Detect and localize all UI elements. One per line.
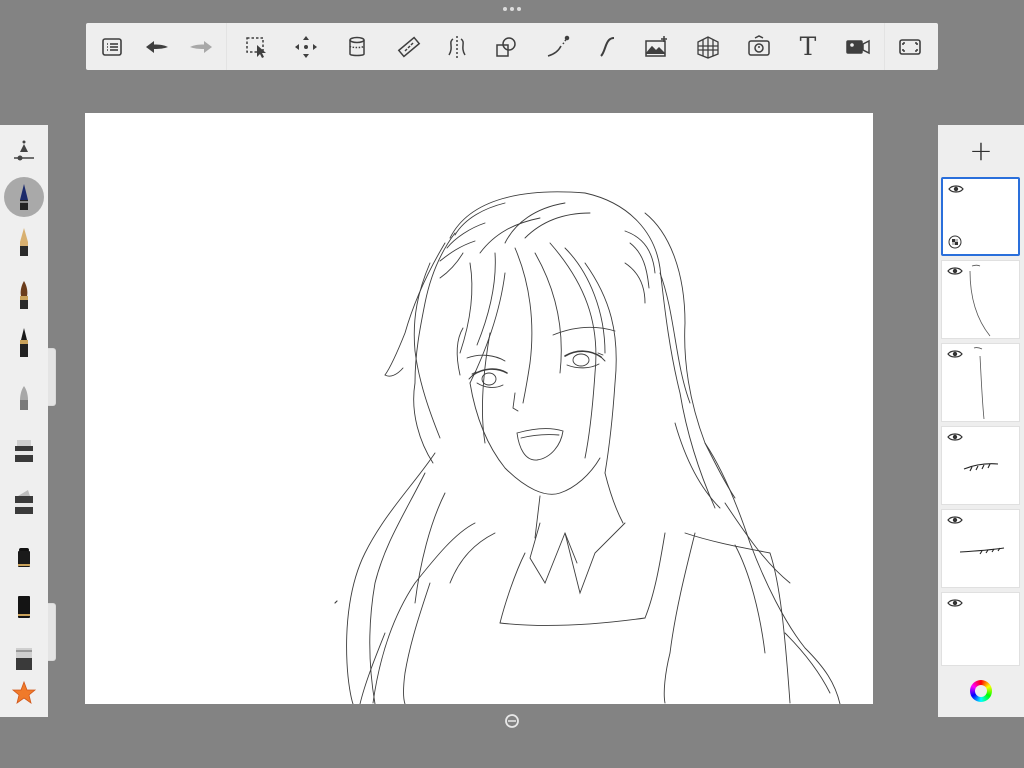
visibility-eye-icon[interactable] bbox=[947, 349, 963, 359]
brush-smudge-icon[interactable] bbox=[4, 637, 44, 677]
selection-icon[interactable] bbox=[237, 23, 277, 70]
video-record-icon[interactable] bbox=[838, 23, 878, 70]
stroke-stabilizer-icon[interactable] bbox=[538, 23, 578, 70]
visibility-eye-icon[interactable] bbox=[947, 266, 963, 276]
brush-opacity-slider-handle[interactable] bbox=[48, 603, 56, 661]
blend-mode-icon[interactable] bbox=[948, 235, 962, 249]
add-image-icon[interactable] bbox=[636, 23, 676, 70]
brush-properties-icon[interactable] bbox=[4, 131, 44, 171]
toolbar-drag-handle[interactable] bbox=[500, 4, 524, 14]
transform-move-icon[interactable] bbox=[286, 23, 326, 70]
color-picker-icon[interactable] bbox=[970, 680, 992, 702]
add-layer-button[interactable]: + bbox=[938, 125, 1024, 175]
layer-4[interactable] bbox=[941, 426, 1020, 505]
brush-pencil-icon[interactable] bbox=[4, 177, 44, 217]
layer-5[interactable] bbox=[941, 509, 1020, 588]
undo-icon[interactable] bbox=[137, 23, 177, 70]
layers-panel: + bbox=[938, 125, 1024, 717]
drawing-canvas[interactable] bbox=[85, 113, 873, 704]
ruler-icon[interactable] bbox=[389, 23, 429, 70]
time-lapse-icon[interactable] bbox=[739, 23, 779, 70]
brush-marker-icon[interactable] bbox=[4, 429, 44, 469]
fullscreen-icon[interactable] bbox=[890, 23, 930, 70]
brush-library-panel bbox=[0, 125, 48, 717]
layer-1[interactable] bbox=[941, 177, 1020, 256]
brush-felt-tip-icon[interactable] bbox=[4, 535, 44, 575]
brush-technical-pen-icon[interactable] bbox=[4, 223, 44, 263]
main-toolbar: T bbox=[86, 23, 938, 70]
brush-airbrush-icon[interactable] bbox=[4, 377, 44, 417]
fill-bucket-icon[interactable] bbox=[337, 23, 377, 70]
brush-black-marker-icon[interactable] bbox=[4, 585, 44, 625]
visibility-eye-icon[interactable] bbox=[948, 184, 964, 194]
brush-paintbrush-icon[interactable] bbox=[4, 275, 44, 315]
text-tool-icon[interactable]: T bbox=[788, 23, 828, 70]
visibility-eye-icon[interactable] bbox=[947, 432, 963, 442]
layer-2[interactable] bbox=[941, 260, 1020, 339]
shapes-icon[interactable] bbox=[486, 23, 526, 70]
perspective-guide-icon[interactable] bbox=[688, 23, 728, 70]
canvas-rotate-handle-icon[interactable] bbox=[504, 713, 520, 729]
visibility-eye-icon[interactable] bbox=[947, 515, 963, 525]
redo-icon[interactable] bbox=[181, 23, 221, 70]
brush-chisel-marker-icon[interactable] bbox=[4, 481, 44, 521]
predictive-stroke-icon[interactable] bbox=[588, 23, 628, 70]
brush-size-slider-handle[interactable] bbox=[48, 348, 56, 406]
symmetry-icon[interactable] bbox=[437, 23, 477, 70]
layer-3[interactable] bbox=[941, 343, 1020, 422]
brush-ink-pen-icon[interactable] bbox=[4, 323, 44, 363]
favorites-star-icon[interactable] bbox=[4, 673, 44, 713]
layer-6[interactable] bbox=[941, 592, 1020, 666]
list-menu-icon[interactable] bbox=[92, 23, 132, 70]
visibility-eye-icon[interactable] bbox=[947, 598, 963, 608]
